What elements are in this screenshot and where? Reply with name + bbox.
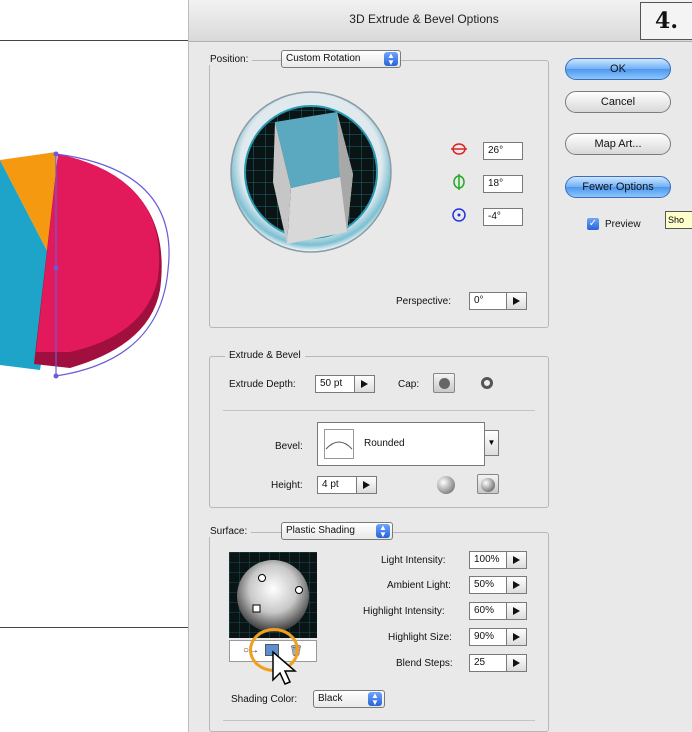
highlight-size-slider-button[interactable]	[507, 628, 527, 646]
surface-select[interactable]: Plastic Shading ▲ ▼	[281, 522, 393, 540]
bevel-select[interactable]: Rounded	[317, 422, 485, 466]
dropdown-arrow-icon: ▲ ▼	[384, 52, 398, 67]
rotation-y-field[interactable]: 18°	[483, 175, 523, 193]
cap-on-button[interactable]	[433, 373, 455, 393]
bevel-label: Bevel:	[275, 441, 303, 452]
light-intensity-field[interactable]: 100%	[469, 551, 507, 569]
bevel-extent-out-icon[interactable]	[437, 476, 455, 494]
light-source-handle[interactable]	[258, 574, 266, 582]
extrude-bevel-label: Extrude & Bevel	[225, 350, 305, 361]
perspective-field[interactable]: 0°	[469, 292, 507, 310]
perspective-label: Perspective:	[396, 296, 452, 307]
tooltip: Sho	[665, 211, 692, 229]
z-axis-rotation-icon	[452, 208, 466, 222]
highlight-intensity-label: Highlight Intensity:	[363, 606, 445, 617]
height-label: Height:	[271, 480, 303, 491]
highlight-intensity-slider-button[interactable]	[507, 602, 527, 620]
light-intensity-slider-button[interactable]	[507, 551, 527, 569]
rotation-z-field[interactable]: -4°	[483, 208, 523, 226]
extrude-bevel-dialog: 3D Extrude & Bevel Options 4. OK Cancel …	[188, 0, 692, 732]
bevel-dropdown-arrow[interactable]: ▼	[485, 430, 499, 456]
bevel-extent-in-button[interactable]	[477, 474, 499, 494]
blend-steps-field[interactable]: 25	[469, 654, 507, 672]
shading-color-value: Black	[318, 693, 343, 704]
shading-color-select[interactable]: Black ▲ ▼	[313, 690, 385, 708]
y-axis-rotation-icon	[453, 174, 465, 190]
surface-label: Surface:	[206, 526, 252, 537]
bevel-preview-icon	[324, 429, 354, 459]
cap-off-icon[interactable]	[481, 377, 493, 389]
pie-chart-artwork[interactable]	[0, 140, 188, 390]
perspective-slider-button[interactable]	[507, 292, 527, 310]
position-select[interactable]: Custom Rotation ▲ ▼	[281, 50, 401, 68]
dropdown-arrow-icon: ▲ ▼	[368, 692, 382, 707]
light-intensity-label: Light Intensity:	[381, 555, 446, 566]
cancel-button[interactable]: Cancel	[565, 91, 671, 113]
extrude-depth-slider-button[interactable]	[355, 375, 375, 393]
extrude-depth-field[interactable]: 50 pt	[315, 375, 355, 393]
ambient-light-label: Ambient Light:	[387, 580, 451, 591]
light-source-selected-handle[interactable]	[252, 604, 261, 613]
separator	[223, 410, 535, 411]
ambient-light-slider-button[interactable]	[507, 576, 527, 594]
title-bar: 3D Extrude & Bevel Options	[189, 0, 692, 42]
highlight-intensity-field[interactable]: 60%	[469, 602, 507, 620]
preview-label: Preview	[605, 219, 641, 230]
position-label: Position:	[206, 54, 253, 65]
dialog-title: 3D Extrude & Bevel Options	[349, 12, 499, 26]
blend-steps-slider-button[interactable]	[507, 654, 527, 672]
x-axis-rotation-icon	[451, 143, 467, 155]
lighting-sphere-preview[interactable]	[229, 552, 317, 638]
height-field[interactable]: 4 pt	[317, 476, 357, 494]
bevel-select-value: Rounded	[364, 438, 405, 449]
mouse-cursor-icon	[272, 650, 298, 685]
highlight-size-field[interactable]: 90%	[469, 628, 507, 646]
rotation-trackball[interactable]	[229, 86, 393, 256]
shading-color-label: Shading Color:	[231, 694, 298, 705]
blend-steps-label: Blend Steps:	[396, 658, 453, 669]
highlight-size-label: Highlight Size:	[388, 632, 452, 643]
extrude-depth-label: Extrude Depth:	[229, 379, 296, 390]
map-art-button[interactable]: Map Art...	[565, 133, 671, 155]
guide-line-bottom	[0, 627, 188, 628]
ok-button[interactable]: OK	[565, 58, 671, 80]
preview-checkbox[interactable]: ✓	[587, 218, 599, 230]
surface-select-value: Plastic Shading	[286, 525, 355, 536]
cap-label: Cap:	[398, 379, 420, 390]
rotation-x-field[interactable]: 26°	[483, 142, 523, 160]
step-number: 4.	[640, 2, 692, 40]
position-select-value: Custom Rotation	[286, 53, 361, 64]
separator	[223, 720, 535, 721]
fewer-options-button[interactable]: Fewer Options	[565, 176, 671, 198]
screenshot: { "dialog": { "title": "3D Extrude & Bev…	[0, 0, 692, 732]
ambient-light-field[interactable]: 50%	[469, 576, 507, 594]
height-slider-button[interactable]	[357, 476, 377, 494]
guide-line-top	[0, 40, 188, 41]
light-source-handle[interactable]	[295, 586, 303, 594]
dropdown-arrow-icon: ▲ ▼	[376, 524, 390, 539]
